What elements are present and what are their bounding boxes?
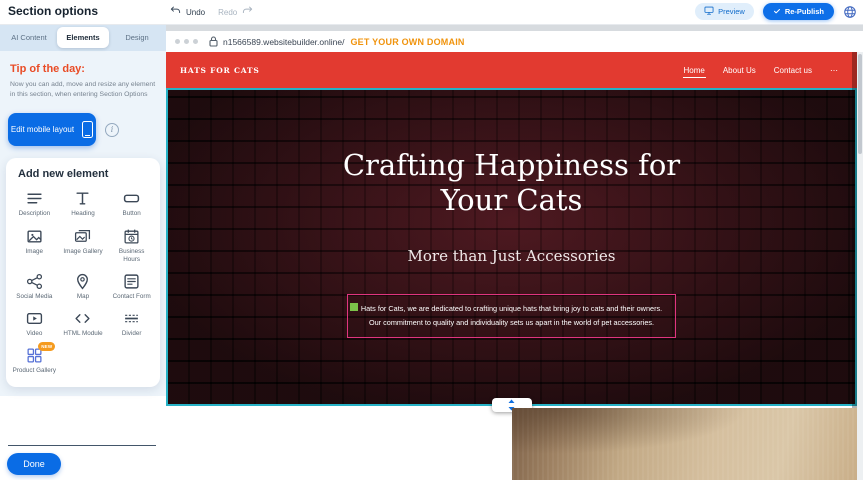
business-hours-icon (123, 228, 140, 245)
window-dot (175, 39, 180, 44)
add-element-social-media[interactable]: Social Media (10, 273, 59, 301)
tip-body: Now you can add, move and resize any ele… (10, 80, 156, 100)
nav-contact-us[interactable]: Contact us (773, 62, 813, 79)
undo-redo-group: Undo Redo (170, 0, 253, 24)
edit-mobile-layout-button[interactable]: Edit mobile layout (8, 113, 96, 146)
sidebar-divider (8, 445, 156, 446)
add-element-label: Video (26, 330, 42, 338)
new-badge: NEW (38, 342, 55, 351)
nav-about-us[interactable]: About Us (722, 62, 757, 79)
add-element-heading[interactable]: Heading (59, 190, 108, 218)
edit-mobile-layout-label: Edit mobile layout (11, 125, 74, 134)
next-section-image (512, 408, 857, 480)
url-text: n1566589.websitebuilder.online/ (223, 37, 344, 47)
image-icon (26, 228, 43, 245)
redo-button[interactable]: Redo (218, 8, 237, 17)
button-icon (123, 190, 140, 207)
nav-more[interactable]: ⋯ (829, 62, 839, 79)
description-icon (26, 190, 43, 207)
add-element-description[interactable]: Description (10, 190, 59, 218)
site-nav: Home About Us Contact us ⋯ (683, 52, 840, 88)
republish-label: Re-Publish (785, 7, 824, 16)
add-element-grid: Description Heading Button Image Image Galle… (10, 190, 156, 375)
sidebar-tabs: AI ContentElementsDesign (0, 24, 166, 51)
divider-icon (123, 310, 140, 327)
heading-icon (74, 190, 91, 207)
redo-icon[interactable] (242, 3, 253, 21)
app: Section options Undo Redo Preview (0, 0, 863, 480)
add-element-label: Heading (71, 210, 94, 218)
add-panel-title: Add new element (10, 168, 156, 180)
check-icon (773, 7, 781, 17)
browser-chrome: n1566589.websitebuilder.online/ GET YOUR… (166, 31, 863, 52)
undo-icon[interactable] (170, 3, 181, 21)
element-drag-handle[interactable] (350, 303, 358, 311)
add-element-business-hours[interactable]: Business Hours (107, 228, 156, 264)
add-element-html-module[interactable]: HTML Module (59, 310, 108, 338)
edit-mobile-row: Edit mobile layout i (8, 113, 156, 146)
paragraph-element[interactable]: Hats for Cats, we are dedicated to craft… (347, 294, 676, 338)
add-element-label: Product Gallery (13, 367, 56, 375)
monitor-icon (704, 6, 714, 17)
window-dot (193, 39, 198, 44)
nav-home[interactable]: Home (683, 62, 706, 79)
sidebar: AI ContentElementsDesign Tip of the day:… (0, 24, 166, 480)
site-logo[interactable]: HATS FOR CATS (180, 66, 260, 75)
add-element-image[interactable]: Image (10, 228, 59, 264)
preview-button[interactable]: Preview (695, 3, 754, 20)
page-title: Section options (8, 4, 98, 18)
map-icon (74, 273, 91, 290)
top-bar: Section options Undo Redo Preview (0, 0, 863, 25)
info-icon[interactable]: i (105, 123, 119, 137)
add-element-label: Contact Form (113, 293, 151, 301)
add-new-element-panel: Add new element Description Heading Button… (6, 158, 160, 387)
republish-button[interactable]: Re-Publish (763, 3, 834, 20)
add-element-label: HTML Module (63, 330, 102, 338)
add-element-label: Image Gallery (63, 248, 102, 256)
window-dot (184, 39, 189, 44)
get-domain-link[interactable]: GET YOUR OWN DOMAIN (350, 37, 464, 47)
hero-heading[interactable]: Crafting Happiness for Your Cats (343, 148, 680, 219)
tab-elements[interactable]: Elements (57, 27, 109, 48)
add-element-label: Map (77, 293, 89, 301)
social-media-icon (26, 273, 43, 290)
undo-button[interactable]: Undo (186, 8, 205, 17)
add-element-label: Social Media (16, 293, 52, 301)
tab-ai-content[interactable]: AI Content (3, 27, 55, 48)
add-element-label: Divider (122, 330, 142, 338)
add-element-divider[interactable]: Divider (107, 310, 156, 338)
html-module-icon (74, 310, 91, 327)
browser-scrollbar (857, 52, 863, 480)
hero-subheading[interactable]: More than Just Accessories (408, 247, 616, 265)
globe-icon[interactable] (843, 5, 857, 19)
add-element-image-gallery[interactable]: Image Gallery (59, 228, 108, 264)
tip-title: Tip of the day: (10, 63, 156, 75)
paragraph-text: Hats for Cats, we are dedicated to craft… (361, 302, 662, 330)
add-element-contact-form[interactable]: Contact Form (107, 273, 156, 301)
contact-form-icon (123, 273, 140, 290)
add-element-label: Image (26, 248, 44, 256)
add-element-map[interactable]: Map (59, 273, 108, 301)
tab-design[interactable]: Design (111, 27, 163, 48)
video-icon (26, 310, 43, 327)
phone-icon (82, 121, 93, 138)
preview-label: Preview (718, 7, 745, 16)
image-gallery-icon (74, 228, 91, 245)
tip-of-the-day: Tip of the day: Now you can add, move an… (0, 51, 166, 100)
done-button[interactable]: Done (7, 453, 61, 475)
scrollbar-thumb[interactable] (858, 54, 862, 154)
add-element-product-gallery[interactable]: Product GalleryNEW (10, 347, 59, 375)
hero-section[interactable]: Crafting Happiness for Your Cats More th… (166, 88, 857, 406)
lock-icon (209, 36, 218, 47)
add-element-video[interactable]: Video (10, 310, 59, 338)
canvas: n1566589.websitebuilder.online/ GET YOUR… (166, 24, 863, 480)
top-bar-actions: Preview Re-Publish (695, 3, 857, 20)
add-element-label: Button (123, 210, 141, 218)
add-element-label: Description (19, 210, 51, 218)
site-header: HATS FOR CATS Home About Us Contact us ⋯ (166, 52, 857, 88)
add-element-button[interactable]: Button (107, 190, 156, 218)
add-element-label: Business Hours (110, 248, 154, 264)
